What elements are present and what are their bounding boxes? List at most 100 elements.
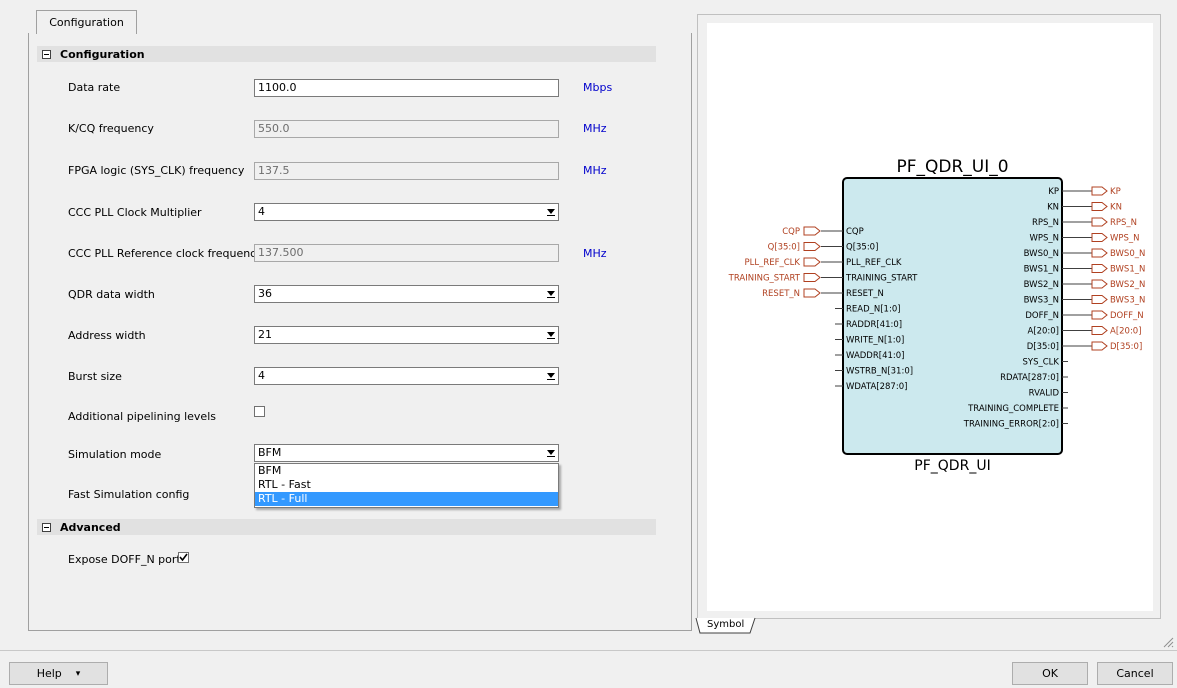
external-port-label: D[35:0]: [1110, 342, 1142, 352]
port-label: WPS_N: [1029, 234, 1059, 244]
instance-name: PF_QDR_UI_0: [896, 157, 1008, 177]
address-width-label: Address width: [68, 329, 146, 342]
port-label: Q[35:0]: [846, 243, 878, 253]
fpga-frequency-unit: MHz: [583, 164, 607, 177]
collapse-icon[interactable]: [42, 522, 51, 532]
ok-button[interactable]: OK: [1012, 662, 1088, 685]
kcq-frequency-unit: MHz: [583, 122, 607, 135]
pll-multiplier-label: CCC PLL Clock Multiplier: [68, 206, 202, 219]
output-port-icon: [1091, 186, 1108, 196]
external-port-label: TRAINING_START: [728, 274, 801, 284]
port-label: PLL_REF_CLK: [846, 258, 902, 268]
pll-multiplier-value: 4: [258, 205, 265, 218]
port-label: READ_N[1:0]: [846, 305, 901, 315]
qdr-width-select[interactable]: 36: [254, 285, 559, 303]
collapse-icon[interactable]: [42, 49, 51, 59]
port-label: BWS2_N: [1024, 280, 1059, 290]
external-port-label: WPS_N: [1110, 234, 1140, 244]
kcq-frequency-label: K/CQ frequency: [68, 122, 154, 135]
simulation-mode-value: BFM: [258, 446, 282, 459]
expose-doff-checkbox[interactable]: [178, 552, 189, 563]
chevron-down-icon[interactable]: [547, 332, 555, 339]
section-advanced-title: Advanced: [60, 520, 121, 534]
help-button-label: Help: [36, 667, 62, 680]
external-port-label: PLL_REF_CLK: [744, 258, 800, 268]
section-advanced-header[interactable]: Advanced: [37, 519, 656, 535]
output-port-icon: [1091, 202, 1108, 211]
checkmark-icon: [179, 553, 188, 562]
pll-ref-freq-unit: MHz: [583, 247, 607, 260]
pll-multiplier-select[interactable]: 4: [254, 203, 559, 221]
qdr-width-label: QDR data width: [68, 288, 155, 301]
data-rate-input[interactable]: 1100.0: [254, 79, 559, 97]
input-port-icon: [803, 242, 821, 251]
tab-configuration[interactable]: Configuration: [36, 10, 137, 34]
port-label: BWS1_N: [1024, 265, 1059, 275]
input-port-icon: [803, 273, 821, 282]
port-label: WRITE_N[1:0]: [846, 336, 904, 346]
input-port-icon: [803, 288, 821, 298]
burst-size-value: 4: [258, 369, 265, 382]
port-label: WSTRB_N[31:0]: [846, 367, 913, 377]
simulation-mode-dropdown: BFM RTL - Fast RTL - Full: [254, 463, 559, 508]
external-port-label: BWS1_N: [1110, 265, 1145, 275]
port-label: SYS_CLK: [1023, 358, 1060, 368]
output-port-icon: [1091, 295, 1108, 304]
help-button[interactable]: Help ▾: [9, 662, 108, 685]
simulation-mode-select[interactable]: BFM: [254, 444, 559, 462]
bottom-separator: [0, 650, 1177, 651]
port-label: TRAINING_COMPLETE: [967, 404, 1059, 414]
chevron-down-icon[interactable]: [547, 450, 555, 457]
input-port-icon: [803, 226, 821, 236]
external-port-label: A[20:0]: [1110, 327, 1142, 337]
external-port-label: BWS3_N: [1110, 296, 1145, 306]
address-width-value: 21: [258, 328, 272, 341]
tab-symbol[interactable]: Symbol: [695, 617, 756, 634]
port-label: KP: [1048, 187, 1059, 197]
dropdown-option-bfm[interactable]: BFM: [255, 464, 558, 478]
data-rate-label: Data rate: [68, 81, 121, 94]
section-configuration-title: Configuration: [60, 47, 145, 61]
output-port-icon: [1091, 279, 1108, 289]
section-configuration-header[interactable]: Configuration: [37, 46, 656, 62]
output-port-icon: [1091, 326, 1108, 335]
pll-ref-freq-label: CCC PLL Reference clock frequency: [68, 247, 263, 260]
dropdown-arrow-icon: ▾: [75, 668, 81, 679]
pipelining-checkbox[interactable]: [254, 406, 265, 417]
output-port-icon: [1091, 248, 1108, 258]
port-label: RPS_N: [1032, 218, 1059, 228]
port-label: RADDR[41:0]: [846, 320, 902, 330]
cancel-button[interactable]: Cancel: [1097, 662, 1173, 685]
component-name: PF_QDR_UI: [914, 458, 990, 474]
input-port-icon: [803, 257, 821, 267]
external-port-label: KN: [1110, 203, 1122, 213]
output-port-icon: [1091, 341, 1108, 351]
burst-size-select[interactable]: 4: [254, 367, 559, 385]
port-label: TRAINING_ERROR[2:0]: [963, 420, 1059, 430]
output-port-icon: [1091, 233, 1108, 242]
burst-size-label: Burst size: [68, 370, 122, 383]
symbol-canvas: PF_QDR_UI_0 PF_QDR_UI CQP Q[35:0] PLL_REF_CL…: [707, 23, 1153, 611]
port-label: RESET_N: [846, 289, 884, 299]
output-port-icon: [1091, 217, 1108, 227]
kcq-frequency-field: 550.0: [254, 120, 559, 138]
port-label: BWS3_N: [1024, 296, 1059, 306]
port-label: KN: [1047, 203, 1059, 213]
external-port-label: KP: [1110, 187, 1121, 197]
data-rate-unit: Mbps: [583, 81, 613, 94]
dropdown-option-rtl-fast[interactable]: RTL - Fast: [255, 478, 558, 492]
chevron-down-icon[interactable]: [547, 291, 555, 298]
port-label: D[35:0]: [1027, 342, 1059, 352]
dropdown-option-rtl-full[interactable]: RTL - Full: [255, 492, 558, 506]
expose-doff-label: Expose DOFF_N port: [68, 553, 181, 566]
address-width-select[interactable]: 21: [254, 326, 559, 344]
symbol-diagram: PF_QDR_UI_0 PF_QDR_UI CQP Q[35:0] PLL_REF_CL…: [728, 157, 1146, 474]
port-label: A[20:0]: [1027, 327, 1059, 337]
fast-sim-label: Fast Simulation config: [68, 488, 190, 501]
port-label: RDATA[287:0]: [1000, 373, 1059, 383]
resize-grip-icon[interactable]: [1162, 636, 1174, 648]
chevron-down-icon[interactable]: [547, 373, 555, 380]
port-label: CQP: [846, 227, 864, 237]
chevron-down-icon[interactable]: [547, 209, 555, 216]
output-port-icon: [1091, 310, 1108, 320]
